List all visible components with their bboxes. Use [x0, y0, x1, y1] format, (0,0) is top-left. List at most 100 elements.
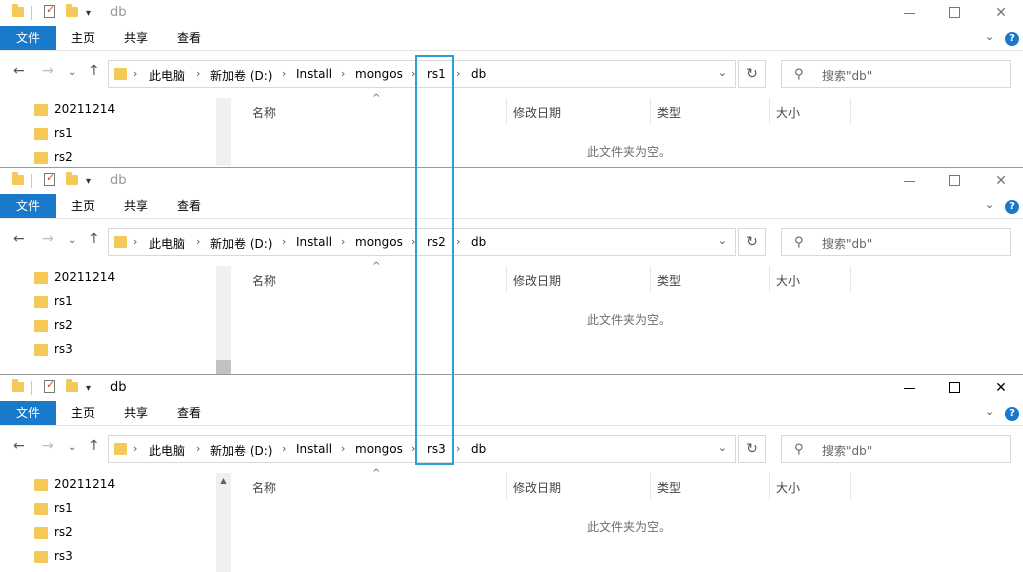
tab-share[interactable]: 共享 [124, 401, 148, 425]
chevron-right-icon[interactable]: › [133, 442, 137, 455]
divider[interactable] [650, 266, 651, 292]
chevron-right-icon[interactable]: › [282, 67, 286, 80]
column-modified[interactable]: 修改日期 [513, 104, 561, 121]
minimize-button[interactable] [896, 2, 924, 24]
close-button[interactable]: ✕ [987, 377, 1015, 399]
chevron-right-icon[interactable]: › [196, 442, 200, 455]
close-button[interactable]: ✕ [987, 170, 1015, 192]
scrollbar-thumb[interactable] [216, 360, 231, 374]
folder-icon[interactable] [12, 172, 24, 185]
divider[interactable] [850, 266, 851, 292]
column-modified[interactable]: 修改日期 [513, 479, 561, 496]
chevron-right-icon[interactable]: › [456, 442, 460, 455]
arrow-right-icon[interactable]: → [42, 438, 54, 454]
scrollbar[interactable] [216, 266, 231, 374]
column-type[interactable]: 类型 [657, 479, 681, 496]
divider[interactable] [850, 473, 851, 499]
breadcrumb-install[interactable]: Install [296, 67, 332, 81]
maximize-button[interactable] [940, 170, 968, 192]
divider[interactable] [769, 98, 770, 124]
search-input[interactable]: ⚲ 搜索"db" [781, 435, 1011, 463]
column-name[interactable]: 名称 [252, 479, 276, 496]
title-bar[interactable]: ▾ db ✕ [0, 375, 1023, 401]
column-size[interactable]: 大小 [776, 104, 800, 121]
chevron-right-icon[interactable]: › [456, 235, 460, 248]
tab-file[interactable]: 文件 [0, 401, 56, 425]
chevron-down-icon[interactable]: ▾ [86, 383, 91, 399]
breadcrumb-db[interactable]: db [471, 235, 486, 249]
tab-share[interactable]: 共享 [124, 194, 148, 218]
breadcrumb-this-pc[interactable]: 此电脑 [149, 67, 185, 84]
divider[interactable] [506, 473, 507, 499]
title-bar[interactable]: ▾ db ✕ [0, 0, 1023, 26]
properties-icon[interactable] [44, 378, 55, 393]
chevron-down-icon[interactable]: ▾ [86, 8, 91, 24]
close-button[interactable]: ✕ [987, 2, 1015, 24]
scrollbar[interactable] [216, 98, 231, 166]
chevron-down-icon[interactable]: ⌄ [985, 198, 994, 211]
divider[interactable] [650, 98, 651, 124]
chevron-right-icon[interactable]: › [341, 67, 345, 80]
tab-view[interactable]: 查看 [177, 26, 201, 50]
chevron-down-icon[interactable]: ⌄ [68, 67, 76, 78]
breadcrumb-mongos[interactable]: mongos [355, 235, 403, 249]
new-folder-icon[interactable] [66, 379, 78, 392]
tab-home[interactable]: 主页 [71, 194, 95, 218]
column-name[interactable]: 名称 [252, 104, 276, 121]
breadcrumb-drive[interactable]: 新加卷 (D:) [210, 442, 272, 459]
chevron-right-icon[interactable]: › [133, 235, 137, 248]
properties-icon[interactable] [44, 3, 55, 18]
divider[interactable] [769, 473, 770, 499]
column-size[interactable]: 大小 [776, 479, 800, 496]
search-input[interactable]: ⚲ 搜索"db" [781, 228, 1011, 256]
divider[interactable] [506, 266, 507, 292]
arrow-up-icon[interactable]: ↑ [88, 63, 100, 79]
chevron-right-icon[interactable]: › [341, 442, 345, 455]
breadcrumb-db[interactable]: db [471, 67, 486, 81]
refresh-icon[interactable]: ↻ [738, 435, 766, 463]
properties-icon[interactable] [44, 171, 55, 186]
arrow-left-icon[interactable]: ← [13, 438, 25, 454]
chevron-down-icon[interactable]: ⌄ [68, 442, 76, 453]
maximize-button[interactable] [940, 377, 968, 399]
chevron-right-icon[interactable]: › [282, 235, 286, 248]
chevron-right-icon[interactable]: › [133, 67, 137, 80]
breadcrumb-install[interactable]: Install [296, 235, 332, 249]
chevron-right-icon[interactable]: › [196, 67, 200, 80]
column-size[interactable]: 大小 [776, 272, 800, 289]
chevron-right-icon[interactable]: › [282, 442, 286, 455]
refresh-icon[interactable]: ↻ [738, 228, 766, 256]
tab-share[interactable]: 共享 [124, 26, 148, 50]
arrow-up-icon[interactable]: ↑ [88, 231, 100, 247]
chevron-down-icon[interactable]: ⌄ [718, 234, 727, 247]
arrow-up-icon[interactable]: ↑ [88, 438, 100, 454]
chevron-down-icon[interactable]: ⌄ [68, 235, 76, 246]
minimize-button[interactable] [896, 377, 924, 399]
column-modified[interactable]: 修改日期 [513, 272, 561, 289]
folder-icon[interactable] [12, 379, 24, 392]
tab-view[interactable]: 查看 [177, 401, 201, 425]
tab-file[interactable]: 文件 [0, 194, 56, 218]
divider[interactable] [850, 98, 851, 124]
chevron-down-icon[interactable]: ▾ [86, 176, 91, 192]
minimize-button[interactable] [896, 170, 924, 192]
column-type[interactable]: 类型 [657, 272, 681, 289]
tab-file[interactable]: 文件 [0, 26, 56, 50]
scroll-up-icon[interactable]: ▲ [216, 473, 231, 488]
breadcrumb-this-pc[interactable]: 此电脑 [149, 442, 185, 459]
tab-home[interactable]: 主页 [71, 26, 95, 50]
chevron-down-icon[interactable]: ⌄ [718, 441, 727, 454]
chevron-down-icon[interactable]: ⌄ [985, 405, 994, 418]
divider[interactable] [506, 98, 507, 124]
arrow-left-icon[interactable]: ← [13, 231, 25, 247]
help-icon[interactable]: ? [1005, 32, 1019, 46]
tab-home[interactable]: 主页 [71, 401, 95, 425]
breadcrumb-db[interactable]: db [471, 442, 486, 456]
arrow-right-icon[interactable]: → [42, 231, 54, 247]
column-name[interactable]: 名称 [252, 272, 276, 289]
tab-view[interactable]: 查看 [177, 194, 201, 218]
breadcrumb-drive[interactable]: 新加卷 (D:) [210, 67, 272, 84]
divider[interactable] [769, 266, 770, 292]
chevron-down-icon[interactable]: ⌄ [718, 66, 727, 79]
arrow-left-icon[interactable]: ← [13, 63, 25, 79]
